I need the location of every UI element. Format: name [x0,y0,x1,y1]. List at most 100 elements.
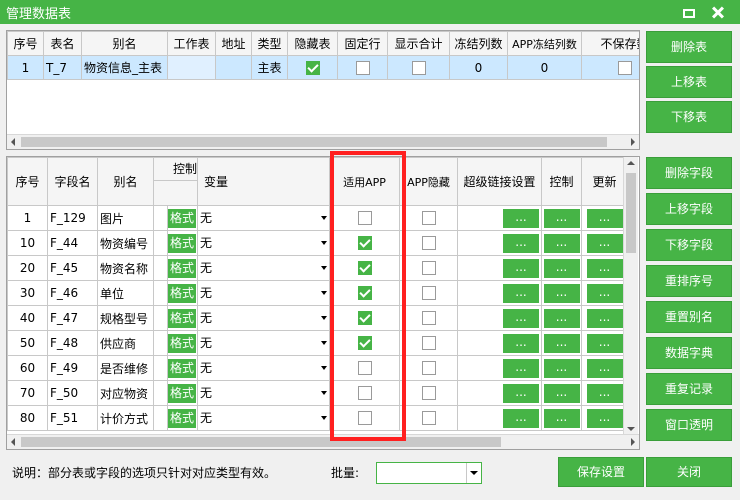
field-row[interactable]: 80 F_51 计价方式 格式无......... [7,405,629,431]
field-cell-seq[interactable]: 70 [7,380,48,406]
field-row[interactable]: 20 F_45 物资名称 格式无......... [7,255,629,281]
hyperlink-settings-button[interactable]: ... [503,358,540,378]
variable-dropdown[interactable]: 无 [198,208,329,228]
format-button[interactable]: 格式 [168,408,196,428]
table-col-header[interactable]: 表名 [43,31,82,56]
app-apply-checkbox[interactable] [357,211,372,226]
update-settings-button[interactable]: ... [586,383,623,403]
field-cell-alias[interactable]: 物资编号 [97,230,154,256]
app-apply-checkbox[interactable] [357,311,372,326]
close-icon[interactable] [710,4,726,20]
field-cell-field[interactable]: F_50 [47,380,98,406]
field-cell-field[interactable]: F_47 [47,305,98,331]
format-button[interactable]: 格式 [168,383,196,403]
app-hidden-checkbox[interactable] [421,386,436,401]
control-settings-button[interactable]: ... [543,258,580,278]
variable-dropdown[interactable]: 无 [198,283,329,303]
table-col-header[interactable]: 类型 [251,31,288,56]
field-cell-field[interactable]: F_51 [47,405,98,431]
app-hidden-checkbox[interactable] [421,236,436,251]
table-col-header[interactable]: 冻结列数 [449,31,508,56]
field-cell-alias[interactable]: 对应物资 [97,380,154,406]
col-variable[interactable]: 变量 [197,157,331,206]
field-grid-hscrollbar[interactable] [7,434,639,449]
col-hyperlink[interactable]: 超级链接设置 [457,157,543,206]
control-settings-button[interactable]: ... [543,358,580,378]
field-cell-field[interactable]: F_44 [47,230,98,256]
field-cell-field[interactable]: F_48 [47,330,98,356]
field-grid-vscrollbar[interactable] [623,157,638,435]
chevron-down-icon[interactable] [319,333,329,353]
batch-select[interactable] [376,462,482,484]
scroll-right-icon[interactable] [631,138,635,146]
renumber-button[interactable]: 重排序号 [646,265,732,297]
app-apply-checkbox[interactable] [357,261,372,276]
col-app-hidden[interactable]: APP隐藏 [399,157,459,206]
variable-dropdown[interactable]: 无 [198,258,329,278]
field-row[interactable]: 40 F_47 规格型号 格式无......... [7,305,629,331]
control-settings-button[interactable]: ... [543,308,580,328]
chevron-down-icon[interactable] [319,408,329,428]
field-cell-seq[interactable]: 30 [7,280,48,306]
hidden-checkbox[interactable] [305,60,320,75]
table-cell-name[interactable]: T_7 [43,55,82,80]
app-hidden-checkbox[interactable] [421,361,436,376]
scroll-left-icon[interactable] [11,438,15,446]
table-col-header[interactable]: 工作表 [167,31,216,56]
col-alias[interactable]: 别名 [97,157,154,206]
table-cell-frozen-cols[interactable]: 0 [449,55,508,80]
app-apply-checkbox[interactable] [357,386,372,401]
field-row[interactable]: 30 F_46 单位 格式无......... [7,280,629,306]
fixed-row-checkbox[interactable] [355,60,370,75]
update-settings-button[interactable]: ... [586,333,623,353]
scroll-down-icon[interactable] [627,427,635,431]
col-seq[interactable]: 序号 [7,157,48,206]
hyperlink-settings-button[interactable]: ... [503,408,540,428]
data-dictionary-button[interactable]: 数据字典 [646,337,732,369]
update-settings-button[interactable]: ... [586,408,623,428]
table-col-header[interactable]: 不保存数 [581,31,639,56]
field-cell-control[interactable] [153,205,168,231]
table-col-header[interactable]: 显示合计 [387,31,450,56]
col-control-top[interactable]: 控制 [152,157,199,206]
field-cell-seq[interactable]: 10 [7,230,48,256]
app-hidden-checkbox[interactable] [421,286,436,301]
format-button[interactable]: 格式 [168,233,196,253]
app-hidden-checkbox[interactable] [421,336,436,351]
app-hidden-checkbox[interactable] [421,211,436,226]
format-button[interactable]: 格式 [168,358,196,378]
field-row[interactable]: 1 F_129 图片 格式无......... [7,205,629,231]
field-cell-field[interactable]: F_129 [47,205,98,231]
update-settings-button[interactable]: ... [586,308,623,328]
app-apply-checkbox[interactable] [357,236,372,251]
variable-dropdown[interactable]: 无 [198,333,329,353]
field-cell-control[interactable] [153,280,168,306]
format-button[interactable]: 格式 [168,258,196,278]
table-col-header[interactable]: 序号 [7,31,44,56]
show-total-checkbox[interactable] [411,60,426,75]
field-cell-alias[interactable]: 计价方式 [97,405,154,431]
save-settings-button[interactable]: 保存设置 [558,457,644,487]
table-cell-addr[interactable] [215,55,252,80]
table-grid-hscrollbar[interactable] [7,134,639,149]
variable-dropdown[interactable]: 无 [198,408,329,428]
chevron-down-icon[interactable] [319,308,329,328]
field-cell-seq[interactable]: 40 [7,305,48,331]
field-cell-control[interactable] [153,355,168,381]
field-row[interactable]: 10 F_44 物资编号 格式无......... [7,230,629,256]
chevron-down-icon[interactable] [319,258,329,278]
field-cell-alias[interactable]: 单位 [97,280,154,306]
field-cell-alias[interactable]: 供应商 [97,330,154,356]
update-settings-button[interactable]: ... [586,283,623,303]
field-cell-alias[interactable]: 规格型号 [97,305,154,331]
col-field[interactable]: 字段名 [47,157,98,206]
reset-alias-button[interactable]: 重置别名 [646,301,732,333]
col-update[interactable]: 更新 [581,157,629,206]
field-cell-control[interactable] [153,255,168,281]
app-hidden-checkbox[interactable] [421,411,436,426]
field-cell-control[interactable] [153,405,168,431]
scroll-right-icon[interactable] [631,438,635,446]
table-col-header[interactable]: 固定行 [337,31,388,56]
format-button[interactable]: 格式 [168,208,196,228]
table-cell-alias[interactable]: 物资信息_主表 [81,55,168,80]
